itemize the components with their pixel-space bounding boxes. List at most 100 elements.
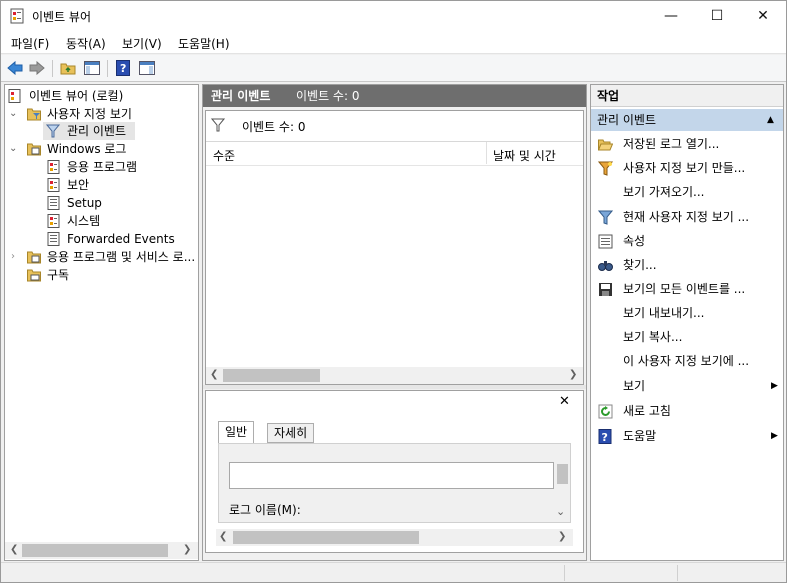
column-level[interactable]: 수준 [213,147,235,164]
svg-text:?: ? [120,62,126,75]
title-bar: 이벤트 뷰어 — ☐ ✕ [1,1,786,31]
log-icon [47,178,60,192]
submenu-arrow-icon: ▶ [771,381,778,391]
column-header-row: 수준 날짜 및 시간 [206,142,583,166]
log-icon [47,160,60,174]
scroll-right-icon[interactable]: ❯ [558,531,566,542]
expanded-chevron-icon[interactable]: ⌄ [9,105,17,123]
back-arrow-icon [7,61,23,75]
collapsed-chevron-icon[interactable]: › [11,248,15,266]
tree-label: Forwarded Events [67,232,175,246]
event-viewer-app-icon [10,8,24,24]
actions-pane: 작업 관리 이벤트 ▲ 저장된 로그 열기... 사용자 지정 보기 만들...… [590,84,784,561]
center-header-count: 이벤트 수: 0 [296,89,360,103]
console-tree-icon [84,61,100,75]
description-box[interactable] [229,462,554,489]
folder-open-icon [598,139,613,151]
filter-icon [46,124,60,138]
scroll-down-icon[interactable]: ⌄ [556,505,565,518]
column-divider[interactable] [486,142,487,164]
action-view-submenu[interactable]: 보기 ▶ [595,375,779,397]
svg-text:?: ? [602,431,608,444]
forward-button[interactable] [28,59,46,77]
binoculars-icon [598,261,613,271]
column-date[interactable]: 날짜 및 시간 [493,147,556,164]
tree-label: 시스템 [67,214,101,228]
minimize-button[interactable]: — [648,1,694,31]
log-plain-icon [47,196,60,210]
tree-label: Setup [67,196,102,210]
close-icon: ✕ [757,8,769,24]
scroll-right-icon[interactable]: ❯ [569,369,577,380]
event-list-panel: 이벤트 수: 0 수준 날짜 및 시간 ❮ ❯ [205,110,584,385]
save-icon [599,283,612,296]
menu-view[interactable]: 보기(V) [122,35,162,52]
tree-label: 응용 프로그램 및 서비스 로... [47,250,196,264]
help-icon: ? [598,429,612,444]
toolbar-separator [52,60,53,77]
log-icon [47,214,60,228]
actions-section-header[interactable]: 관리 이벤트 ▲ [591,109,783,131]
pane-splitter[interactable] [203,385,586,389]
collapse-triangle-icon[interactable]: ▲ [767,109,774,131]
action-help[interactable]: ? 도움말 ▶ [595,425,779,447]
scroll-right-icon[interactable]: ❯ [183,544,191,555]
window-title: 이벤트 뷰어 [32,10,92,24]
console-tree-pane: 이벤트 뷰어 (로컬) ⌄ 사용자 지정 보기 관리 이벤트 ⌄ Windows… [4,84,199,561]
scroll-left-icon[interactable]: ❮ [210,369,218,380]
up-folder-button[interactable] [59,59,77,77]
actions-header: 작업 [591,85,783,107]
scroll-left-icon[interactable]: ❮ [219,531,227,542]
filter-icon [211,118,225,132]
action-pane-icon [139,61,155,75]
menu-action[interactable]: 동작(A) [66,35,106,52]
scroll-left-icon[interactable]: ❮ [10,544,18,555]
status-bar [1,562,786,582]
folder-filter-icon [27,108,41,121]
scroll-thumb[interactable] [22,544,168,557]
forward-arrow-icon [29,61,45,75]
event-viewer-icon [8,89,21,103]
help-toolbar-button[interactable]: ? [114,59,132,77]
tree-item-admin-events[interactable]: 관리 이벤트 [43,122,135,140]
show-hide-action-pane-button[interactable] [138,59,156,77]
toolbar-separator [107,60,108,77]
scroll-thumb[interactable] [233,531,419,544]
close-button[interactable]: ✕ [740,1,786,31]
status-divider [564,565,565,581]
tree-item-app-services[interactable]: › 응용 프로그램 및 서비스 로... [9,248,199,266]
general-tab-content: ⌄ 로그 이름(M): [218,443,571,523]
maximize-button[interactable]: ☐ [694,1,740,31]
preview-horizontal-scrollbar[interactable]: ❮ ❯ [216,529,573,546]
refresh-icon [598,404,613,419]
tree-label: 이벤트 뷰어 (로컬) [29,89,124,103]
scroll-thumb[interactable] [223,369,320,382]
tab-general[interactable]: 일반 [218,421,255,444]
subscription-icon [27,269,41,282]
show-hide-tree-button[interactable] [83,59,101,77]
preview-pane: ✕ 일반 자세히 ⌄ 로그 이름(M): ❮ ❯ [205,390,584,553]
center-pane: 관리 이벤트 이벤트 수: 0 이벤트 수: 0 수준 날짜 및 시간 ❮ ❯ … [202,84,587,561]
tree-label: Windows 로그 [47,142,127,156]
submenu-arrow-icon: ▶ [771,431,778,441]
back-button[interactable] [6,59,24,77]
tab-details[interactable]: 자세히 [267,423,315,443]
log-plain-icon [47,232,60,246]
folder-up-icon [60,63,76,75]
tree-horizontal-scrollbar[interactable]: ❮ ❯ [5,542,198,559]
filter-create-icon [598,161,613,176]
center-header-title: 관리 이벤트 [211,89,271,103]
tree-label: 구독 [47,268,70,282]
toolbar: ? [1,55,786,82]
folder-icon [27,251,41,264]
tree-label: 관리 이벤트 [67,124,127,138]
close-preview-icon[interactable]: ✕ [559,394,570,409]
menu-help[interactable]: 도움말(H) [178,35,230,52]
content-vertical-scrollbar[interactable]: ⌄ [555,460,569,524]
menu-file[interactable]: 파일(F) [11,35,49,52]
minimize-icon: — [664,8,678,24]
scroll-thumb[interactable] [557,464,568,484]
expanded-chevron-icon[interactable]: ⌄ [9,140,17,158]
filter-icon [598,210,613,225]
list-horizontal-scrollbar[interactable]: ❮ ❯ [206,367,583,384]
